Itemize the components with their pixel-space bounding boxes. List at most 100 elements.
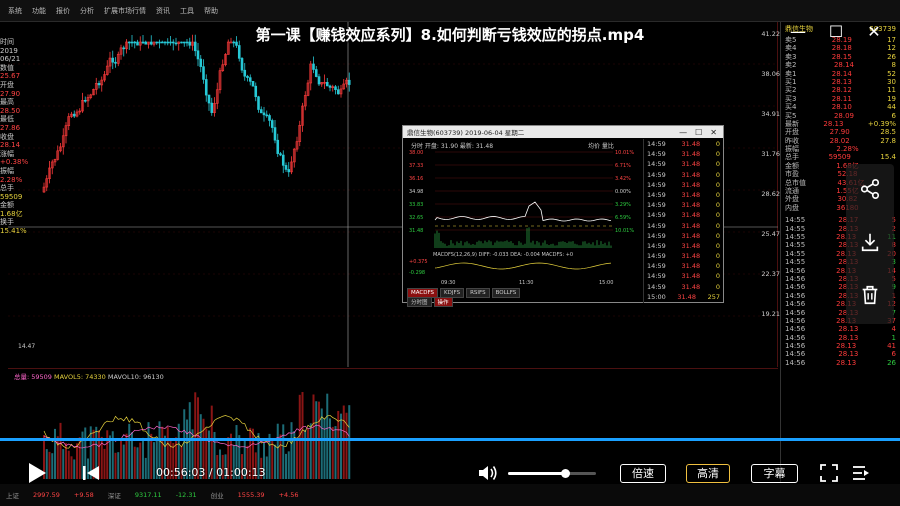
quote-volume: 30 xyxy=(887,77,896,86)
menu-bar: 系统 功能 报价 分析 扩展市场行情 资讯 工具 帮助 xyxy=(0,0,900,22)
tick-volume: 6 xyxy=(891,350,896,359)
intraday-popup[interactable]: 鼎信生物(603739) 2019-06-04 星期二 — ☐ ✕ 分时 开盘:… xyxy=(402,125,724,307)
tick-price: 28.13 xyxy=(838,325,859,334)
volume-knob[interactable] xyxy=(561,469,571,478)
menu-item[interactable]: 分析 xyxy=(80,6,94,16)
minimize-icon[interactable]: — xyxy=(790,22,806,41)
menu-item[interactable]: 扩展市场行情 xyxy=(104,6,146,16)
trade-price: 31.48 xyxy=(681,160,701,169)
popup-pct-label: 3.29% xyxy=(615,202,631,208)
delete-icon[interactable] xyxy=(859,284,881,310)
progress-bar[interactable] xyxy=(0,438,900,441)
info-label: 涨幅 xyxy=(0,149,14,158)
popup-price-label: 33.83 xyxy=(409,202,423,208)
trade-time: 14:59 xyxy=(647,180,666,189)
trade-time: 14:59 xyxy=(647,282,666,291)
menu-item[interactable]: 资讯 xyxy=(156,6,170,16)
quote-price: 28.15 xyxy=(831,52,852,61)
tick-time: 14:55 xyxy=(785,232,806,241)
trade-price: 31.48 xyxy=(681,190,701,199)
popup-price-line xyxy=(434,201,612,222)
quality-button[interactable]: 高清 xyxy=(686,464,730,483)
maximize-icon[interactable]: ☐ xyxy=(828,22,844,41)
menu-item[interactable]: 工具 xyxy=(180,6,194,16)
playlist-icon[interactable] xyxy=(852,464,870,482)
share-icon[interactable] xyxy=(859,178,881,204)
speed-button[interactable]: 倍速 xyxy=(620,464,666,483)
popup-minimize-icon[interactable]: — xyxy=(679,128,687,137)
trade-volume: 0 xyxy=(715,140,720,148)
view-tab[interactable]: 操作 xyxy=(433,297,453,307)
next-icon[interactable] xyxy=(82,464,100,482)
popup-close-icon[interactable]: ✕ xyxy=(710,128,717,137)
price-tick: 22.37 xyxy=(761,270,780,278)
trade-price: 31.48 xyxy=(681,231,701,240)
tick-price: 28.13 xyxy=(838,350,859,359)
quote-volume: 15.4 xyxy=(880,153,896,162)
index-item: +9.58 xyxy=(73,491,94,499)
candle-body xyxy=(207,94,211,104)
popup-maximize-icon[interactable]: ☐ xyxy=(695,128,702,137)
candle-body xyxy=(111,57,115,63)
tick-time: 14:55 xyxy=(785,241,806,250)
info-label: 06/21 xyxy=(0,55,21,64)
time-separator: / xyxy=(208,466,213,479)
menu-item[interactable]: 报价 xyxy=(56,6,70,16)
fullscreen-icon[interactable] xyxy=(820,464,838,482)
candle-body xyxy=(246,75,249,78)
volume-slider[interactable] xyxy=(508,469,596,478)
trade-price: 31.48 xyxy=(677,292,696,301)
trade-row: 14:59 31.48 0 xyxy=(644,282,723,292)
candle-body xyxy=(122,47,126,50)
play-icon[interactable] xyxy=(26,462,48,484)
trade-row: 14:59 31.48 0 xyxy=(644,200,723,210)
candle-body xyxy=(287,169,291,173)
download-icon[interactable] xyxy=(859,231,881,257)
info-label: 28.14 xyxy=(0,141,21,150)
quote-label: 外盘 xyxy=(785,195,799,204)
info-label: 最低 xyxy=(0,115,14,124)
quote-price: 28.09 xyxy=(833,111,855,120)
trade-volume: 0 xyxy=(715,282,720,291)
volume-legend: 总量: 59509 MAVOL5: 74330 MAVOL10: 96130 xyxy=(14,371,164,381)
info-label: 换手 xyxy=(0,218,14,227)
quote-row: 买3 28.11 19 xyxy=(781,95,900,103)
trade-row: 14:59 31.48 0 xyxy=(644,221,723,231)
volume-level xyxy=(508,472,566,475)
quote-price: 28.13 xyxy=(823,119,844,128)
candle-body xyxy=(328,85,332,88)
candle-body xyxy=(268,115,271,121)
popup-time-label: 09:30 xyxy=(441,280,455,286)
view-tab[interactable]: 分时图 xyxy=(407,297,432,307)
close-icon[interactable]: ✕ xyxy=(866,22,882,41)
popup-time-label: 11:30 xyxy=(519,280,533,286)
trade-time: 14:59 xyxy=(647,160,666,169)
candle-body xyxy=(251,81,255,87)
quote-label: 卖2 xyxy=(785,61,797,70)
info-label: 27.90 xyxy=(0,89,21,98)
trade-time: 14:59 xyxy=(647,231,666,240)
trade-volume: 0 xyxy=(715,221,720,230)
vol-ma10: MAVOL10: 96130 xyxy=(107,373,164,381)
volume-icon[interactable] xyxy=(478,464,498,482)
stock-software-window: 系统 功能 报价 分析 扩展市场行情 资讯 工具 帮助 14.47 时间 2019 06/21 数值… xyxy=(0,0,900,506)
trade-price: 31.48 xyxy=(681,170,701,179)
quote-label: 总手 xyxy=(785,153,799,162)
info-label: 收盘 xyxy=(0,132,14,141)
trade-volume: 0 xyxy=(715,160,720,169)
candle-body xyxy=(262,112,266,116)
trade-price: 31.48 xyxy=(681,272,701,281)
indicator-tab[interactable]: BOLLFS xyxy=(491,288,521,298)
trade-volume: 0 xyxy=(715,180,720,189)
menu-item[interactable]: 帮助 xyxy=(204,6,218,16)
indicator-tab[interactable]: RSIFS xyxy=(466,288,490,298)
menu-item[interactable]: 系统 xyxy=(8,6,22,16)
trade-price: 31.48 xyxy=(681,211,701,220)
quote-volume: 19 xyxy=(887,94,896,103)
info-label: 总手 xyxy=(0,184,14,193)
menu-item[interactable]: 功能 xyxy=(32,6,46,16)
popup-titlebar[interactable]: 鼎信生物(603739) 2019-06-04 星期二 — ☐ ✕ xyxy=(403,126,723,138)
tick-time: 14:56 xyxy=(785,316,806,325)
subtitle-button[interactable]: 字幕 xyxy=(751,464,798,483)
tick-time: 14:56 xyxy=(785,283,806,292)
